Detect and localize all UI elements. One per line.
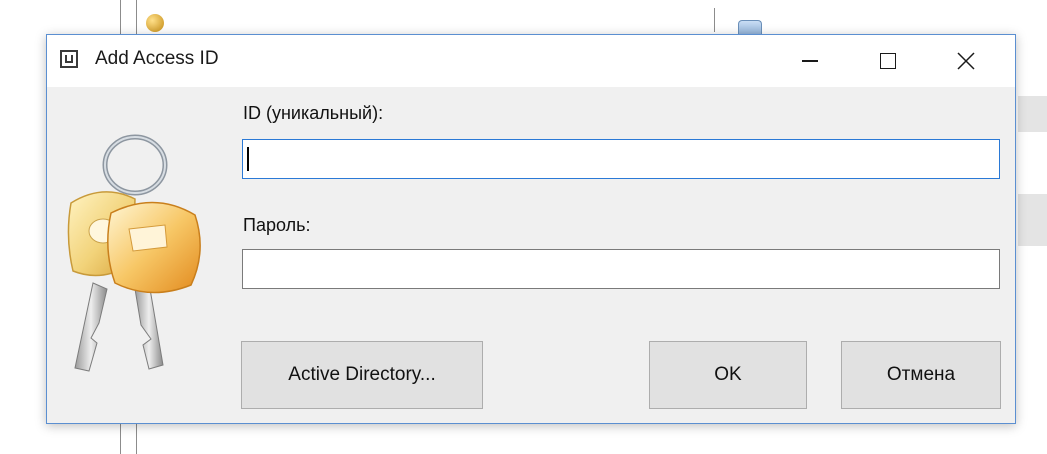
background-database-icon: [738, 20, 762, 35]
background-row: [1018, 194, 1047, 246]
add-access-id-dialog: Add Access ID ID (уникальный): Пароль: A…: [46, 34, 1016, 424]
dialog-title: Add Access ID: [95, 48, 219, 69]
cancel-button[interactable]: Отмена: [841, 341, 1001, 409]
maximize-button[interactable]: [849, 35, 927, 87]
keys-icon: [67, 134, 201, 372]
title-bar[interactable]: Add Access ID: [47, 35, 1015, 87]
close-icon: [957, 52, 975, 70]
minimize-icon: [802, 60, 818, 62]
text-caret: [247, 147, 249, 171]
password-field-label: Пароль:: [243, 215, 311, 235]
background-key-icon: [146, 14, 164, 32]
minimize-button[interactable]: [771, 35, 849, 87]
background-divider: [714, 8, 715, 32]
id-field-label: ID (уникальный):: [243, 103, 384, 123]
ok-button[interactable]: OK: [649, 341, 807, 409]
maximize-icon: [880, 53, 896, 69]
background-row: [1018, 96, 1047, 132]
id-input[interactable]: [242, 139, 1000, 179]
active-directory-button[interactable]: Active Directory...: [241, 341, 483, 409]
password-input[interactable]: [242, 249, 1000, 289]
close-button[interactable]: [927, 35, 1005, 87]
app-logo-icon[interactable]: [60, 50, 78, 68]
